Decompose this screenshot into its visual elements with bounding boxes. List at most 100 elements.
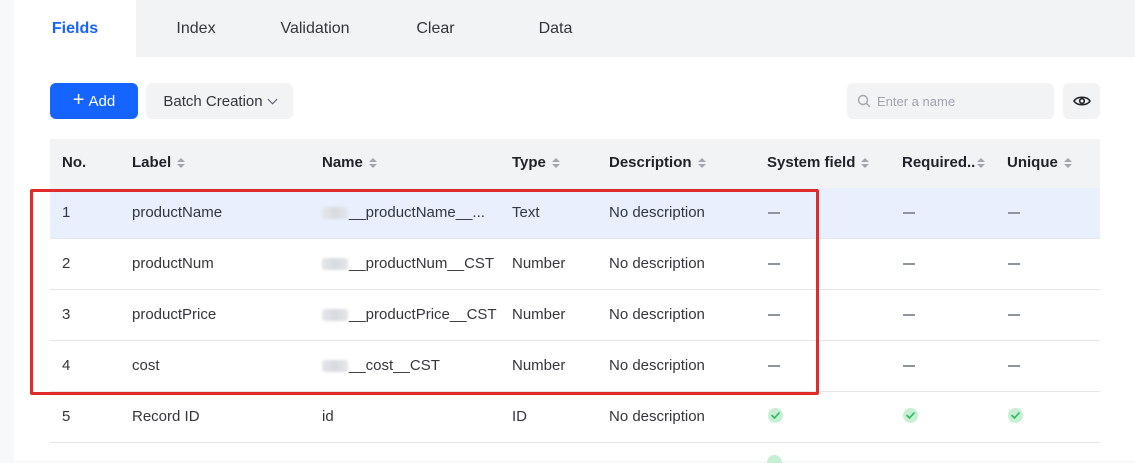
cell-type: Number	[512, 357, 565, 374]
eye-icon	[1072, 96, 1091, 106]
dash-icon	[768, 365, 780, 367]
check-icon	[767, 455, 782, 463]
table-row[interactable]: 5 Record ID id ID No description	[50, 392, 1100, 443]
tab-clear-label: Clear	[416, 19, 455, 37]
col-name-label: Name	[322, 154, 363, 171]
sort-icon[interactable]	[977, 157, 986, 168]
cell-required	[903, 314, 915, 316]
cell-no: 5	[62, 408, 70, 425]
tab-index-label: Index	[176, 19, 216, 37]
cell-name-text: __cost__CST	[349, 357, 440, 374]
cell-type-text: Text	[512, 204, 540, 221]
cell-description: No description	[609, 357, 705, 374]
chevron-down-icon	[267, 94, 278, 104]
search-input[interactable]	[877, 93, 1047, 109]
tab-validation[interactable]: Validation	[256, 0, 374, 57]
cell-label: productName	[132, 204, 222, 221]
sort-icon[interactable]	[551, 157, 560, 168]
cell-name: __productName__...	[322, 204, 485, 221]
search-box[interactable]	[847, 83, 1054, 119]
col-unique[interactable]: Unique	[1007, 154, 1072, 171]
dash-icon	[768, 263, 780, 265]
cell-type-text: Number	[512, 255, 566, 272]
cell-label-text: cost	[132, 357, 160, 374]
cell-unique	[1008, 212, 1020, 214]
cell-no-text: 2	[62, 255, 71, 272]
check-icon	[768, 408, 783, 423]
cell-system	[768, 212, 780, 214]
cell-label-text: productPrice	[132, 306, 217, 323]
fields-table: No. Label Name Type Description System f…	[50, 139, 1100, 443]
column-visibility-button[interactable]	[1063, 83, 1100, 119]
dash-icon	[1008, 365, 1020, 367]
add-button-label: Add	[88, 92, 116, 110]
col-label[interactable]: Label	[132, 154, 186, 171]
cell-unique	[1008, 408, 1023, 423]
tab-fields[interactable]: Fields	[14, 0, 136, 57]
cell-no: 1	[62, 204, 70, 221]
cell-name-text: __productPrice__CST	[349, 306, 497, 323]
dash-icon	[1008, 263, 1020, 265]
cell-type: Number	[512, 255, 565, 272]
sort-icon[interactable]	[861, 157, 870, 168]
cell-label: productNum	[132, 255, 214, 272]
col-description[interactable]: Description	[609, 154, 706, 171]
col-required[interactable]: Required..	[902, 154, 986, 171]
batch-creation-button[interactable]: Batch Creation	[146, 83, 293, 119]
cell-type-text: ID	[512, 408, 527, 425]
dash-icon	[903, 365, 915, 367]
redacted-prefix	[322, 206, 348, 219]
tab-index[interactable]: Index	[136, 0, 256, 57]
cell-description-text: No description	[609, 357, 705, 374]
batch-creation-label: Batch Creation	[163, 92, 263, 110]
cell-system	[768, 314, 780, 316]
dash-icon	[768, 314, 780, 316]
cell-system	[768, 408, 783, 423]
dash-icon	[1008, 314, 1020, 316]
cell-name: id	[322, 408, 334, 425]
col-type[interactable]: Type	[512, 154, 560, 171]
col-name[interactable]: Name	[322, 154, 377, 171]
cell-description: No description	[609, 204, 705, 221]
cell-required	[903, 365, 915, 367]
cell-type-text: Number	[512, 357, 566, 374]
table-row[interactable]: 4 cost __cost__CST Number No description	[50, 341, 1100, 392]
sort-icon[interactable]	[697, 157, 706, 168]
dash-icon	[903, 263, 915, 265]
cell-label: productPrice	[132, 306, 216, 323]
cell-label-text: productNum	[132, 255, 214, 272]
cell-required	[903, 263, 915, 265]
tab-data-label: Data	[538, 19, 573, 37]
sort-icon[interactable]	[368, 157, 377, 168]
add-field-button[interactable]: + Add	[50, 83, 138, 119]
col-description-label: Description	[609, 154, 692, 171]
cell-system	[768, 365, 780, 367]
cell-system	[768, 263, 780, 265]
cell-name: __cost__CST	[322, 357, 440, 374]
col-system-field[interactable]: System field	[767, 154, 870, 171]
col-system-field-label: System field	[767, 154, 856, 171]
tab-data[interactable]: Data	[497, 0, 614, 57]
sort-icon[interactable]	[177, 157, 186, 168]
col-type-label: Type	[512, 154, 546, 171]
cell-description: No description	[609, 255, 705, 272]
cell-label: Record ID	[132, 408, 200, 425]
col-label-label: Label	[132, 154, 172, 171]
cell-label-text: productName	[132, 204, 223, 221]
tab-clear[interactable]: Clear	[374, 0, 497, 57]
check-icon	[1008, 408, 1023, 423]
cell-type: Number	[512, 306, 565, 323]
dash-icon	[768, 212, 780, 214]
sort-icon[interactable]	[1063, 157, 1072, 168]
table-row[interactable]: 2 productNum __productNum__CST Number No des…	[50, 239, 1100, 290]
table-row[interactable]: 3 productPrice __productPrice__CST Number No…	[50, 290, 1100, 341]
tab-validation-label: Validation	[280, 19, 350, 37]
cell-no-text: 1	[62, 204, 71, 221]
cell-no: 2	[62, 255, 70, 272]
col-unique-label: Unique	[1007, 154, 1058, 171]
table-row[interactable]: 1 productName __productName__... Text No des…	[50, 188, 1100, 239]
cell-type: ID	[512, 408, 527, 425]
redacted-prefix	[322, 308, 348, 321]
cell-unique	[1008, 314, 1020, 316]
tab-bar: Fields Index Validation Clear Data	[14, 0, 1135, 57]
